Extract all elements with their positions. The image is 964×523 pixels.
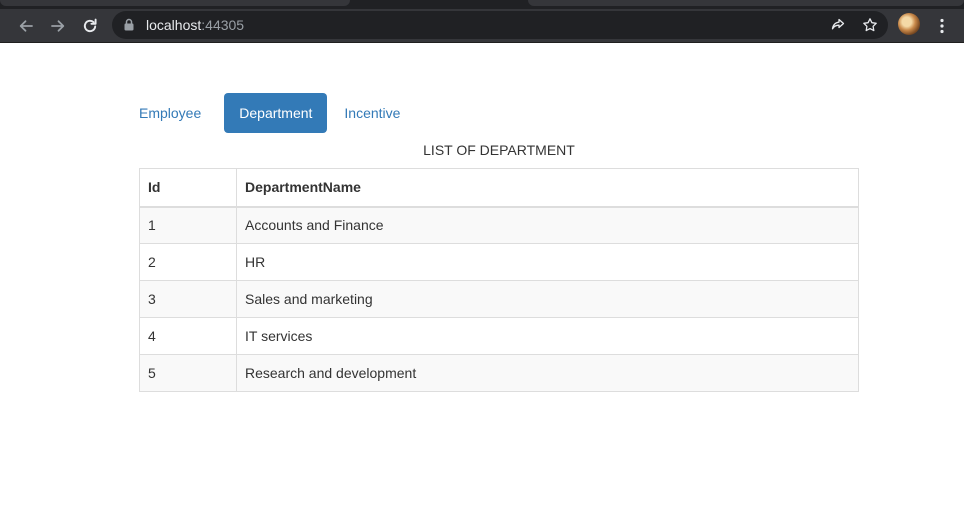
tab-department[interactable]: Department [224,93,328,133]
back-arrow-icon[interactable] [14,14,38,38]
more-vert-icon[interactable] [932,14,952,38]
tab-employee[interactable]: Employee [128,93,218,133]
cell-id: 4 [139,317,237,355]
lock-icon[interactable] [124,18,134,36]
cell-department-name: Accounts and Finance [236,206,859,244]
tab-incentive[interactable]: Incentive [333,93,417,133]
reload-icon[interactable] [78,14,102,38]
department-table: Id DepartmentName 1 Accounts and Finance… [139,168,859,392]
table-row: 1 Accounts and Finance [139,206,859,244]
cell-department-name: Sales and marketing [236,280,859,318]
forward-arrow-icon[interactable] [46,14,70,38]
header-id: Id [139,168,237,208]
table-caption: LIST OF DEPARTMENT [423,142,575,158]
cell-id: 5 [139,354,237,392]
star-icon[interactable] [860,15,880,35]
table-row: 3 Sales and marketing [139,280,859,318]
profile-avatar[interactable] [898,13,920,35]
table-header-row: Id DepartmentName [139,168,859,208]
header-department-name: DepartmentName [236,168,859,208]
table-row: 2 HR [139,243,859,281]
browser-toolbar: localhost:44305 [0,9,964,43]
cell-department-name: Research and development [236,354,859,392]
browser-tab[interactable] [0,0,350,6]
cell-id: 1 [139,206,237,244]
nav-pills: Employee Department Incentive [128,93,417,133]
browser-tab-strip [0,0,964,9]
url-port: :44305 [201,17,245,33]
cell-department-name: IT services [236,317,859,355]
cell-id: 3 [139,280,237,318]
share-icon[interactable] [828,15,848,35]
address-bar[interactable]: localhost:44305 [112,11,888,39]
cell-department-name: HR [236,243,859,281]
url-text[interactable]: localhost:44305 [146,17,244,33]
browser-tab[interactable] [528,0,964,6]
table-row: 5 Research and development [139,354,859,392]
table-row: 4 IT services [139,317,859,355]
cell-id: 2 [139,243,237,281]
url-host: localhost [146,17,202,33]
